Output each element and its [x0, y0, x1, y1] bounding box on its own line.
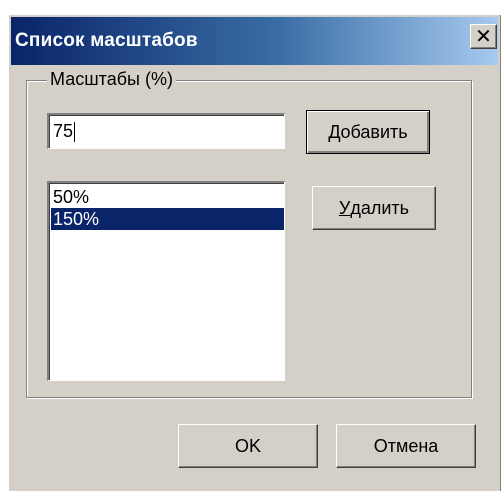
scales-listbox[interactable]: 50% 150%	[47, 181, 285, 381]
delete-button-label: далить	[350, 197, 410, 218]
list-item[interactable]: 150%	[51, 208, 284, 230]
add-button[interactable]: Добавить	[306, 110, 430, 154]
ok-button[interactable]: OK	[178, 424, 318, 468]
list-item[interactable]: 50%	[51, 186, 284, 208]
close-button[interactable]: ✕	[470, 24, 497, 49]
text-caret	[74, 121, 76, 142]
title-bar[interactable]: Список масштабов	[11, 17, 498, 65]
dialog-title: Список масштабов	[15, 30, 198, 51]
cancel-button[interactable]: Отмена	[336, 424, 476, 468]
delete-button[interactable]: Удалить	[312, 186, 436, 230]
group-label: Масштабы (%)	[47, 69, 176, 90]
add-button-accel: Д	[328, 121, 341, 142]
scale-input-value: 75	[53, 121, 74, 141]
delete-button-accel: У	[338, 197, 351, 218]
scale-input[interactable]: 75	[47, 113, 285, 149]
add-button-label: обавить	[340, 121, 408, 142]
close-icon: ✕	[475, 25, 492, 48]
